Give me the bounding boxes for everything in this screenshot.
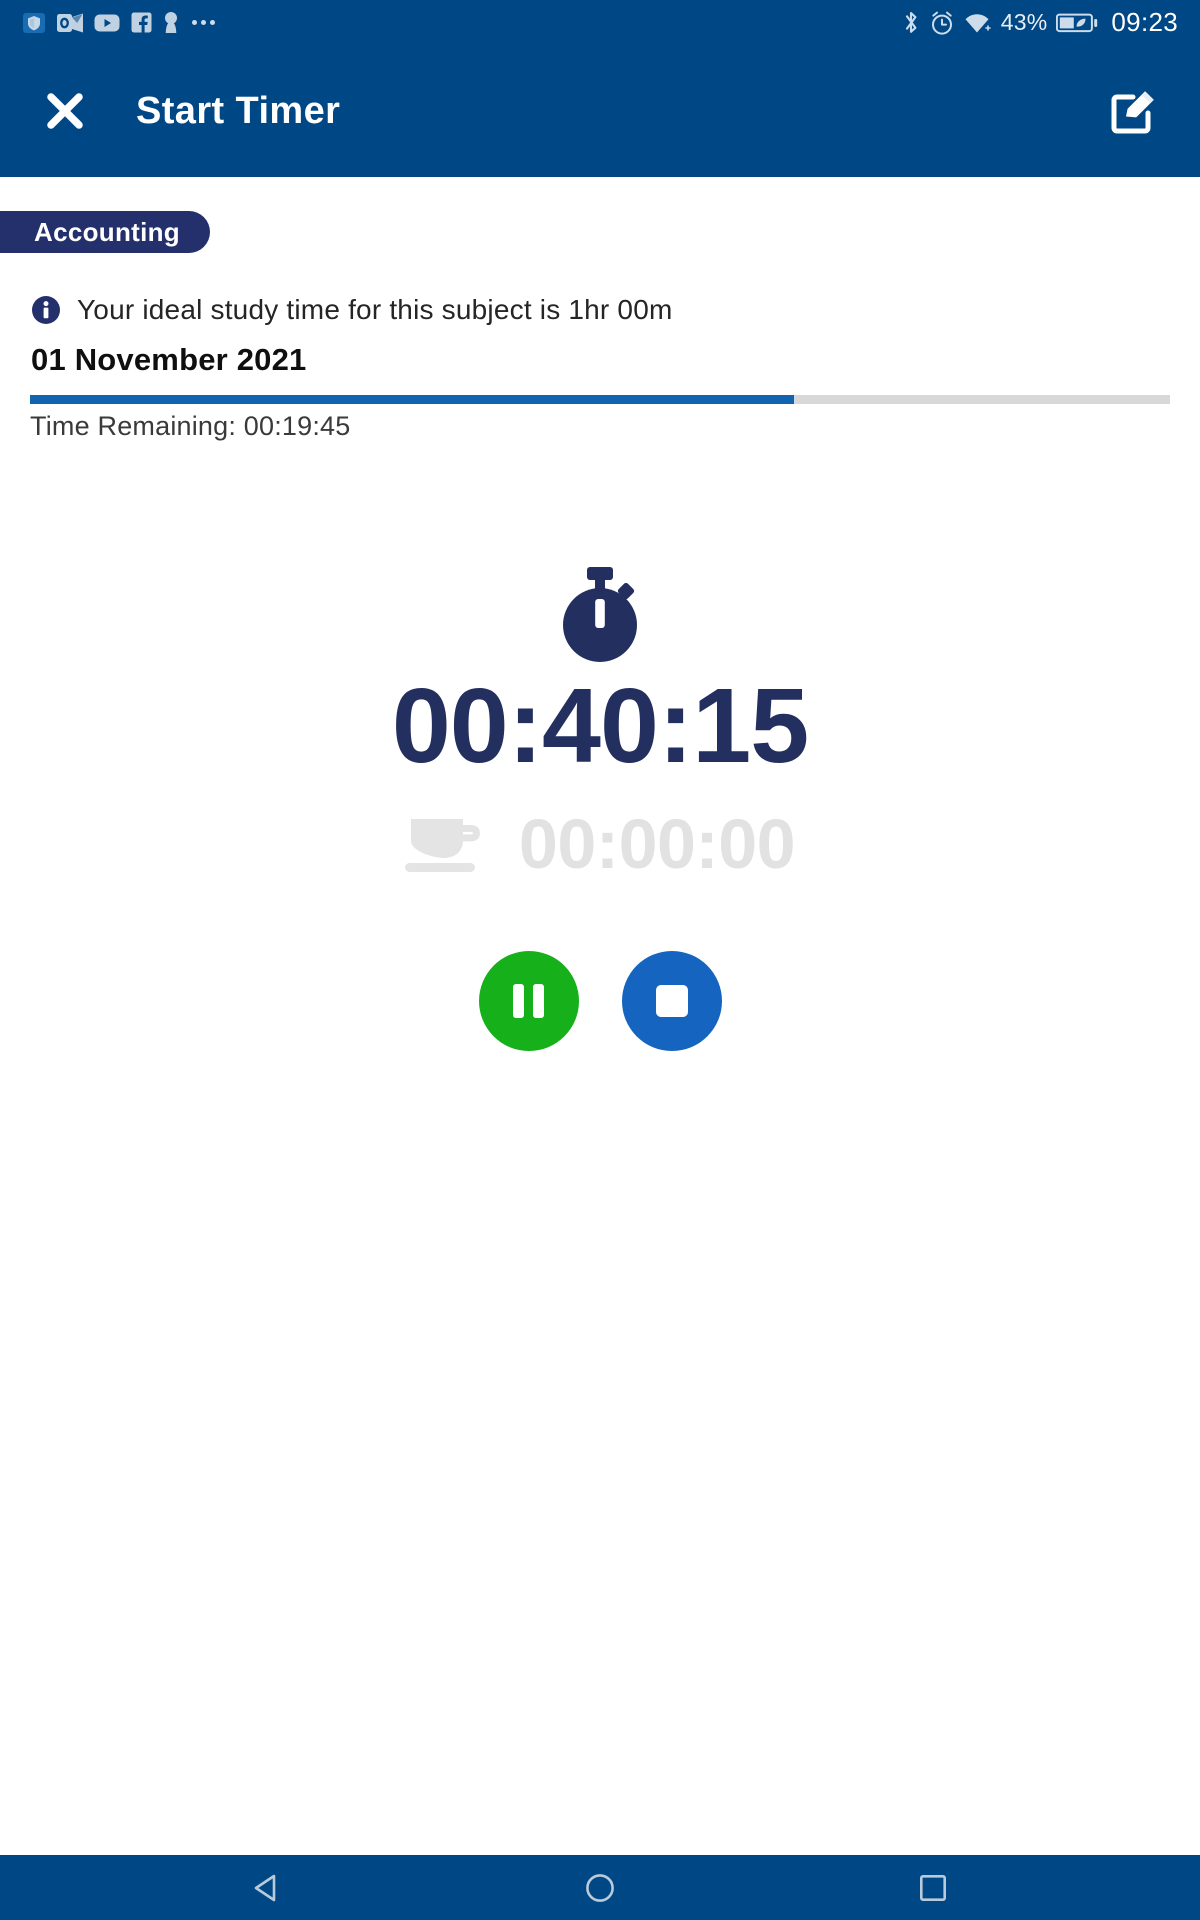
battery-eco-icon: [1056, 13, 1098, 32]
edit-button[interactable]: [1104, 81, 1164, 141]
close-button[interactable]: [36, 82, 94, 140]
app-bar: Start Timer: [0, 45, 1200, 177]
bluetooth-icon: [905, 11, 917, 33]
youtube-icon: [94, 14, 120, 31]
recents-square-icon: [920, 1874, 947, 1901]
overflow-dots-icon: [192, 20, 215, 25]
time-remaining-label: Time Remaining: 00:19:45: [30, 411, 351, 441]
shield-icon: [23, 12, 45, 33]
break-timer-row: 00:00:00: [404, 805, 796, 884]
main-timer-value: 00:40:15: [391, 667, 809, 785]
back-triangle-icon: [254, 1874, 275, 1901]
nav-home-button[interactable]: [555, 1855, 645, 1920]
page-title: Start Timer: [136, 89, 341, 132]
status-bar-notification-icons: [22, 11, 215, 35]
alarm-icon: [931, 11, 952, 35]
facebook-icon: [131, 12, 152, 33]
stop-icon: [655, 985, 688, 1018]
home-circle-icon: [586, 1873, 614, 1902]
edit-icon: [1111, 91, 1154, 134]
coffee-cup-icon: [404, 819, 480, 873]
nav-back-button[interactable]: [222, 1855, 312, 1920]
stop-button[interactable]: [621, 951, 722, 1052]
outlook-icon: [57, 13, 83, 32]
keyhole-icon: [165, 11, 177, 33]
subject-chip[interactable]: Accounting: [0, 211, 210, 253]
timer-display-block: 00:40:15 00:00:00: [0, 567, 1200, 1052]
android-navigation-bar: [0, 1855, 1200, 1920]
battery-percent-label: 43%: [1000, 9, 1048, 35]
nav-recents-button[interactable]: [888, 1855, 978, 1920]
status-bar-clock: 09:23: [1111, 7, 1178, 37]
pause-icon: [513, 984, 544, 1019]
session-date: 01 November 2021: [31, 342, 307, 377]
wifi-icon: [965, 13, 991, 32]
info-icon: [32, 296, 60, 324]
break-timer-value: 00:00:00: [518, 805, 796, 884]
pause-button[interactable]: [478, 951, 579, 1052]
timer-screen-content: Accounting Your ideal study time for thi…: [0, 177, 1200, 1855]
subject-chip-label: Accounting: [34, 216, 180, 247]
timer-controls: [478, 951, 722, 1052]
session-progress-fill: [30, 395, 794, 404]
session-progress-bar: [30, 395, 1170, 404]
ideal-study-time-text: Your ideal study time for this subject i…: [77, 294, 673, 325]
stopwatch-icon: [563, 567, 637, 662]
android-status-bar: 43% 09:23: [0, 0, 1200, 45]
close-icon: [47, 93, 83, 129]
status-bar-system-icons: 43% 09:23: [902, 7, 1178, 38]
ideal-study-time-note: Your ideal study time for this subject i…: [31, 294, 673, 326]
